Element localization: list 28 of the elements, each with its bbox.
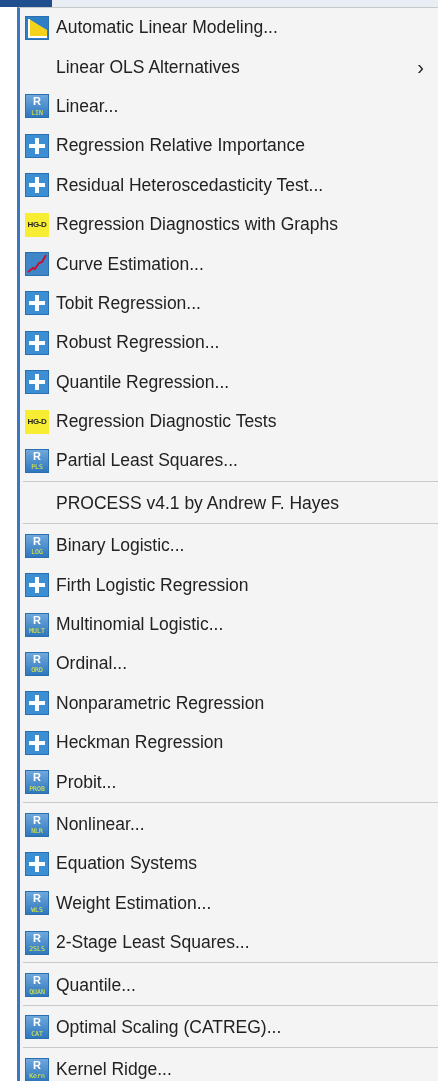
menu-item[interactable]: Curve Estimation... (20, 244, 438, 284)
menu-item[interactable]: Robust Regression... (20, 323, 438, 363)
menu-item[interactable]: Regression Relative Importance (20, 126, 438, 166)
menu-item[interactable]: HG-D Regression Diagnostics with Graphs (20, 204, 438, 245)
plus-icon (25, 691, 49, 716)
plus-icon (25, 133, 49, 158)
plus-icon (25, 291, 49, 316)
menu-item[interactable]: Automatic Linear Modeling... (20, 8, 438, 48)
menu-item[interactable]: PROCESS v4.1 by Andrew F. Hayes (20, 483, 438, 524)
plus-icon (25, 573, 49, 598)
menu-item[interactable]: Residual Heteroscedasticity Test... (20, 165, 438, 205)
menu-item[interactable]: HG-D Regression Diagnostic Tests (20, 401, 438, 442)
menu-item[interactable]: Nonparametric Regression (20, 683, 438, 724)
menu-item[interactable]: Linear OLS Alternatives › (20, 47, 438, 87)
menu-item[interactable]: Quantile Regression... (20, 362, 438, 402)
hgd-icon: HG-D (25, 409, 49, 434)
curve-chart-icon (25, 252, 49, 277)
plus-icon (25, 173, 49, 198)
menu-item[interactable]: Equation Systems (20, 844, 438, 884)
menu-item[interactable]: Heckman Regression (20, 723, 438, 763)
chart-icon (25, 15, 49, 40)
hgd-icon: HG-D (25, 212, 49, 237)
plus-icon (25, 730, 49, 755)
menu-item[interactable]: Tobit Regression... (20, 283, 438, 324)
menu-item[interactable]: Firth Logistic Regression (20, 565, 438, 605)
plus-icon (25, 851, 49, 876)
plus-icon (25, 370, 49, 395)
plus-icon (25, 330, 49, 355)
